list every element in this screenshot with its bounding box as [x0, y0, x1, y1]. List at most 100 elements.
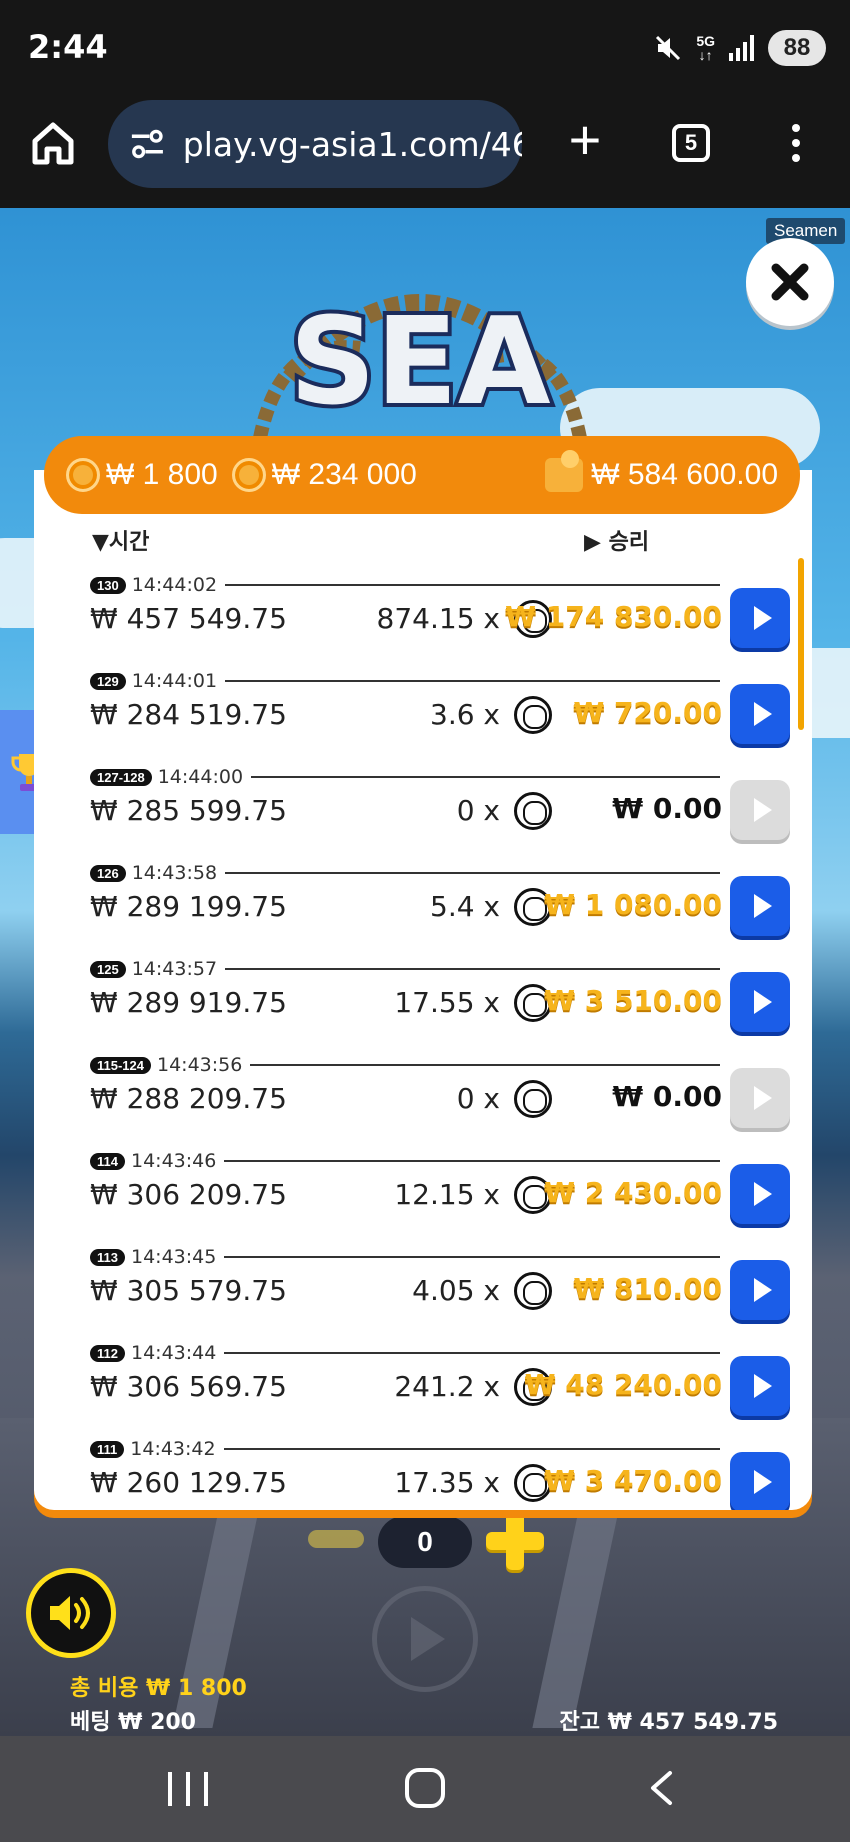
network-5g-icon: 5G ↓↑	[696, 33, 715, 63]
round-badge: 115-124	[90, 1056, 151, 1074]
more-menu-icon[interactable]	[786, 124, 806, 166]
history-row: 125 14:43:57 ₩ 289 919.75 17.55 x ₩ 3 510.00	[90, 954, 790, 1050]
play-icon	[753, 702, 772, 726]
row-meta: 125 14:43:57	[90, 958, 720, 980]
row-meta: 127-128 14:44:00	[90, 766, 720, 788]
row-win: ₩ 3 510.00	[544, 984, 722, 1017]
signal-icon	[729, 35, 754, 61]
play-icon	[410, 1617, 445, 1661]
history-row: 130 14:44:02 ₩ 457 549.75 874.15 x ₩ 174 830…	[90, 570, 790, 666]
row-time: 14:43:42	[130, 1438, 216, 1460]
back-button[interactable]	[648, 1770, 674, 1806]
row-multiplier: 17.55 x	[394, 986, 500, 1019]
status-bar: 2:44 5G ↓↑ 88	[0, 0, 850, 96]
sort-by-time-header[interactable]: ▼시간	[92, 524, 149, 556]
close-history-button[interactable]	[746, 238, 834, 326]
speaker-icon	[50, 1596, 90, 1630]
recent-apps-button[interactable]	[168, 1772, 208, 1806]
row-balance: ₩ 289 199.75	[90, 890, 287, 923]
total-cost-label: 총 비용 ₩ 1 800	[70, 1676, 247, 1701]
row-time: 14:43:45	[130, 1246, 217, 1268]
history-row: 129 14:44:01 ₩ 284 519.75 3.6 x ₩ 720.00	[90, 666, 790, 762]
round-badge: 125	[90, 960, 126, 978]
coin-icon	[514, 696, 552, 734]
replay-button	[730, 1068, 790, 1128]
sort-by-win-header[interactable]: ▶ 승리	[584, 524, 649, 556]
row-balance: ₩ 260 129.75	[90, 1466, 287, 1499]
row-balance: ₩ 305 579.75	[90, 1274, 287, 1307]
replay-button[interactable]	[730, 1260, 790, 1320]
replay-button[interactable]	[730, 1164, 790, 1224]
row-win: ₩ 720.00	[573, 696, 722, 729]
history-row: 115-124 14:43:56 ₩ 288 209.75 0 x ₩ 0.00	[90, 1050, 790, 1146]
wallet-balance-value: ₩ 584 600.00	[591, 458, 778, 491]
play-icon	[753, 990, 772, 1014]
row-multiplier: 874.15 x	[376, 602, 500, 635]
total-cost-stat: ₩ 1 800	[66, 458, 218, 492]
row-win: ₩ 174 830.00	[505, 600, 722, 633]
replay-button[interactable]	[730, 684, 790, 744]
history-panel: ▼시간 ▶ 승리 130 14:44:02 ₩ 457 549.75 874.15 x…	[34, 470, 812, 1510]
row-multiplier: 17.35 x	[394, 1466, 500, 1499]
row-meta: 114 14:43:46	[90, 1150, 720, 1172]
scrollbar-thumb[interactable]	[798, 558, 804, 730]
row-time: 14:44:00	[157, 766, 244, 788]
replay-button[interactable]	[730, 1452, 790, 1510]
row-divider	[224, 1352, 720, 1354]
coin-icon	[66, 458, 100, 492]
play-icon	[753, 798, 772, 822]
coin-icon	[514, 1080, 552, 1118]
replay-button[interactable]	[730, 1356, 790, 1416]
row-win: ₩ 810.00	[573, 1272, 722, 1305]
address-bar[interactable]: play.vg-asia1.com/46	[108, 100, 522, 188]
row-meta: 111 14:43:42	[90, 1438, 720, 1460]
history-row: 113 14:43:45 ₩ 305 579.75 4.05 x ₩ 810.00	[90, 1242, 790, 1338]
wallet-icon	[545, 450, 584, 492]
coin-icon	[514, 1272, 552, 1310]
play-icon	[753, 1278, 772, 1302]
tab-switcher-button[interactable]: 5	[672, 124, 710, 162]
spin-button[interactable]	[372, 1586, 478, 1692]
home-icon[interactable]	[28, 118, 78, 168]
row-time: 14:43:58	[131, 862, 218, 884]
row-divider	[225, 872, 720, 874]
row-multiplier: 3.6 x	[430, 698, 500, 731]
replay-button[interactable]	[730, 876, 790, 936]
history-row: 126 14:43:58 ₩ 289 199.75 5.4 x ₩ 1 080.00	[90, 858, 790, 954]
android-navigation-bar	[0, 1736, 850, 1842]
replay-button[interactable]	[730, 588, 790, 648]
round-badge: 113	[90, 1248, 125, 1266]
history-header: ₩ 1 800 ₩ 234 000 ₩ 584 600.00	[44, 436, 800, 514]
home-button[interactable]	[405, 1768, 445, 1808]
close-icon	[771, 263, 809, 301]
history-row: 111 14:43:42 ₩ 260 129.75 17.35 x ₩ 3 470.00	[90, 1434, 790, 1510]
row-multiplier: 12.15 x	[394, 1178, 500, 1211]
play-icon	[753, 1374, 772, 1398]
row-time: 14:43:46	[130, 1150, 217, 1172]
increase-bet-button[interactable]	[486, 1512, 544, 1570]
status-time: 2:44	[28, 28, 108, 66]
row-balance: ₩ 457 549.75	[90, 602, 287, 635]
wallet-stat: ₩ 584 600.00	[545, 450, 778, 492]
url-text[interactable]: play.vg-asia1.com/46	[183, 125, 522, 164]
play-icon	[753, 894, 772, 918]
round-badge: 112	[90, 1344, 125, 1362]
coin-icon	[231, 458, 266, 492]
row-meta: 113 14:43:45	[90, 1246, 720, 1268]
row-win: ₩ 0.00	[612, 1080, 722, 1113]
replay-button[interactable]	[730, 972, 790, 1032]
decrease-bet-button[interactable]	[308, 1530, 364, 1548]
history-row: 112 14:43:44 ₩ 306 569.75 241.2 x ₩ 48 240.0…	[90, 1338, 790, 1434]
round-badge: 126	[90, 864, 126, 882]
new-tab-button[interactable]: +	[560, 112, 610, 168]
row-meta: 115-124 14:43:56	[90, 1054, 720, 1076]
sound-toggle-button[interactable]	[26, 1568, 116, 1658]
play-icon	[753, 606, 772, 630]
site-settings-icon[interactable]	[128, 124, 167, 164]
row-multiplier: 241.2 x	[394, 1370, 500, 1403]
history-row: 114 14:43:46 ₩ 306 209.75 12.15 x ₩ 2 430.00	[90, 1146, 790, 1242]
row-multiplier: 5.4 x	[430, 890, 500, 923]
row-time: 14:43:44	[130, 1342, 217, 1364]
row-balance: ₩ 285 599.75	[90, 794, 287, 827]
row-balance: ₩ 306 569.75	[90, 1370, 287, 1403]
